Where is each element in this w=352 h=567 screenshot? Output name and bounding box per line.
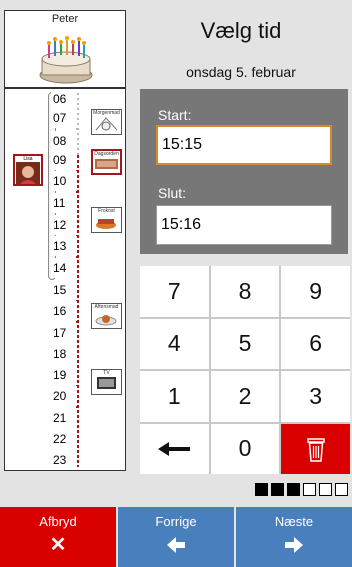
delete-button[interactable] [281, 423, 350, 474]
numeric-keypad: 7 8 9 4 5 6 1 2 3 0 [140, 266, 350, 474]
arrow-left-icon [167, 537, 185, 553]
progress-step-done [271, 483, 284, 496]
hour-label: 22 [51, 429, 77, 449]
activity-pictogram[interactable]: Aftensmad [91, 303, 122, 329]
end-label: Slut: [158, 185, 187, 201]
hour-label: 21 [51, 408, 77, 428]
bottom-nav: Afbryd ✕ Forrige Næste [0, 507, 352, 567]
hour-label: 09 [51, 150, 77, 170]
hour-label: 18 [51, 344, 77, 364]
breakfast-icon [95, 117, 118, 131]
progress-step-pending [335, 483, 348, 496]
hour-label: 06 [51, 89, 77, 109]
backspace-button[interactable] [140, 423, 209, 474]
cancel-label: Afbryd [39, 514, 77, 529]
hour-label: 19 [51, 365, 77, 385]
progress-step-pending [303, 483, 316, 496]
progress-step-done [287, 483, 300, 496]
hour-label: 17 [51, 323, 77, 343]
key-4[interactable]: 4 [140, 318, 209, 369]
trash-icon [306, 438, 325, 462]
dinner-icon [95, 315, 117, 326]
hour-label: 13 [51, 236, 77, 256]
backspace-arrow-icon [158, 441, 191, 456]
close-icon: ✕ [49, 534, 67, 556]
page-date: onsdag 5. februar [186, 64, 296, 80]
hour-label: 15 [51, 280, 77, 300]
hour-label: 14 [51, 258, 77, 278]
day-timeline[interactable]: 06 07 08 09 10 11 12 13 14 15 16 17 18 1… [4, 88, 126, 471]
progress-step-pending [319, 483, 332, 496]
person-avatar[interactable]: Lisa [13, 154, 43, 186]
profile-name: Peter [51, 13, 79, 25]
hour-label: 08 [51, 131, 77, 151]
hour-label: 07 [51, 108, 77, 128]
profile-card[interactable]: Peter [4, 10, 126, 88]
key-6[interactable]: 6 [281, 318, 350, 369]
back-button[interactable]: Forrige [118, 507, 234, 567]
key-3[interactable]: 3 [281, 371, 350, 422]
page-title: Vælg tid [200, 18, 282, 43]
key-7[interactable]: 7 [140, 266, 209, 317]
lunch-icon [96, 219, 116, 229]
step-progress-indicator [255, 483, 348, 496]
key-1[interactable]: 1 [140, 371, 209, 422]
activity-pictogram[interactable]: Frokost [91, 207, 122, 233]
time-panel: Start: 15:15 Slut: 15:16 [140, 89, 348, 254]
activity-pictogram-selected[interactable]: Dagsorden [91, 149, 122, 175]
arrow-right-icon [285, 537, 303, 553]
start-time-field[interactable]: 15:15 [156, 125, 332, 165]
progress-step-done [255, 483, 268, 496]
activity-pictogram[interactable]: Morgenmad [91, 109, 122, 135]
key-8[interactable]: 8 [210, 266, 280, 317]
hour-label: 20 [51, 386, 77, 406]
hour-label: 16 [51, 301, 77, 321]
agenda-icon [95, 159, 118, 169]
key-0[interactable]: 0 [210, 423, 280, 474]
birthday-cake-icon [39, 36, 93, 84]
activity-pictogram[interactable]: TV [91, 369, 122, 395]
tv-icon [97, 377, 116, 389]
key-5[interactable]: 5 [210, 318, 280, 369]
next-button[interactable]: Næste [236, 507, 352, 567]
hour-label: 11 [51, 193, 77, 213]
start-label: Start: [158, 107, 192, 123]
next-label: Næste [274, 514, 314, 529]
hour-label: 12 [51, 215, 77, 235]
end-time-field[interactable]: 15:16 [156, 205, 332, 245]
back-label: Forrige [155, 514, 197, 529]
cancel-button[interactable]: Afbryd ✕ [0, 507, 116, 567]
hour-label: 10 [51, 171, 77, 191]
person-photo-icon [16, 162, 40, 184]
key-9[interactable]: 9 [281, 266, 350, 317]
key-2[interactable]: 2 [210, 371, 280, 422]
hour-label: 23 [51, 450, 77, 470]
